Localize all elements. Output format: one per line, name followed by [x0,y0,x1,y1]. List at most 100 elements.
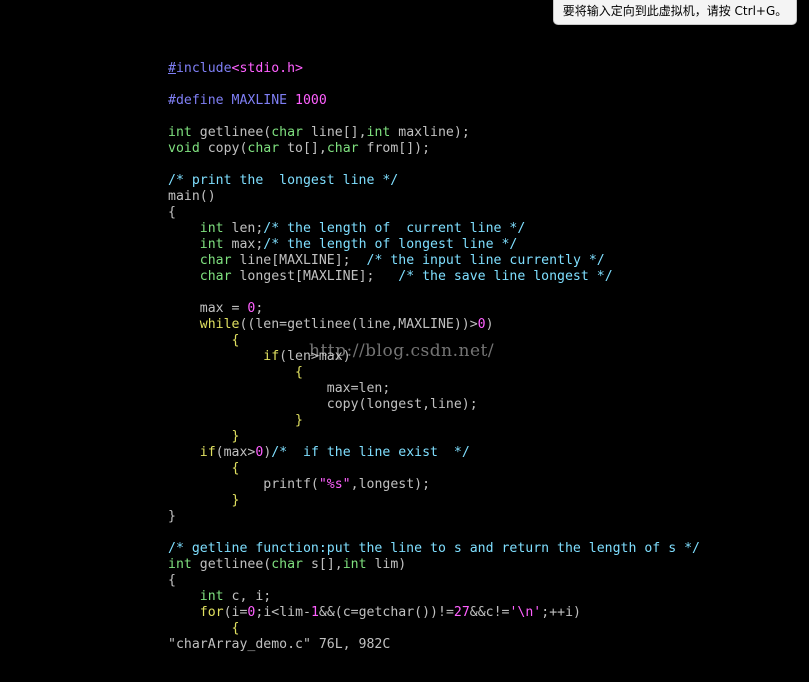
code-token: if [199,445,216,460]
code-line: { [168,205,700,221]
code-line: int getlinee(char line[],int maxline); [168,125,700,141]
code-token: int [366,125,391,140]
csdn-watermark: http://blog.csdn.net/ [309,341,495,361]
code-token: ;i<lim- [255,605,311,620]
code-token: char [247,141,280,156]
code-token: char [199,253,232,268]
code-line: #define MAXLINE 1000 [168,93,700,109]
code-token: <stdio.h> [231,61,303,76]
code-token: '\n' [509,605,542,620]
code-token: getlinee( [191,125,272,140]
code-token: char [271,557,303,572]
code-token: include [175,61,232,76]
code-line: main() [168,189,700,205]
code-token: ) [485,317,494,332]
code-token: /* print the longest line */ [168,173,399,188]
code-token: 0 [477,317,486,332]
code-token: len; [223,221,264,236]
code-line: char longest[MAXLINE]; /* the save line … [168,269,700,285]
code-token: ; [255,301,264,316]
code-token: &&(c=getchar())!= [318,605,454,620]
code-line: for(i=0;i<lim-1&&(c=getchar())!=27&&c!='… [168,605,700,621]
code-token: /* the input line currently */ [366,253,605,268]
code-line: /* getline function:put the line to s an… [168,541,700,557]
code-token: { [168,573,176,588]
code-token: int [168,125,192,140]
code-token: # [168,61,176,76]
code-token: from[]); [358,141,431,156]
code-token: line[MAXLINE]; [231,253,367,268]
code-line: int c, i; [168,589,700,605]
code-token: (i= [223,605,248,620]
code-line: } [168,429,700,445]
code-token: int [199,221,224,236]
vm-input-hint-banner: 要将输入定向到此虚拟机，请按 Ctrl+G。 [553,0,797,25]
code-line: copy(longest,line); [168,397,700,413]
code-token: line[], [303,125,367,140]
code-token: "%s" [318,477,351,492]
code-token: { [231,461,240,476]
code-token: /* the length of longest line */ [263,237,518,252]
code-token: 1000 [295,93,327,108]
code-token: printf( [168,477,319,492]
code-token: maxline); [390,125,470,140]
vim-status-line: "charArray_demo.c" 76L, 982C [168,637,391,652]
code-line: int getlinee(char s[],int lim) [168,557,700,573]
code-line: } [168,493,700,509]
code-token: lim) [366,557,407,572]
code-line: /* print the longest line */ [168,173,700,189]
code-token: c, i; [223,589,272,604]
code-token: s[], [303,557,343,572]
code-token: ((len=getlinee(line,MAXLINE))> [239,317,478,332]
code-line: } [168,413,700,429]
code-token: int [342,557,367,572]
code-token: /* getline function:put the line to s an… [168,541,700,556]
code-token: 1 [310,605,319,620]
code-line: { [168,461,700,477]
code-token: /* the length of current line */ [263,221,526,236]
code-line: if(max>0)/* if the line exist */ [168,445,700,461]
code-token: copy(longest,line); [168,397,478,412]
code-token: to[], [279,141,327,156]
code-token: while [199,317,240,332]
code-token: ;++i) [541,605,581,620]
code-token: /* if the line exist */ [271,445,470,460]
code-line: char line[MAXLINE]; /* the input line cu… [168,253,700,269]
code-token: } [168,509,176,524]
code-token: longest[MAXLINE]; [231,269,399,284]
code-line: { [168,621,700,637]
code-line: int max;/* the length of longest line */ [168,237,700,253]
code-line: void copy(char to[],char from[]); [168,141,700,157]
code-token: (max> [215,445,256,460]
code-token: copy( [199,141,248,156]
code-token: int [199,589,224,604]
code-token: char [199,269,232,284]
code-token: &&c!= [469,605,510,620]
code-line: while((len=getlinee(line,MAXLINE))>0) [168,317,700,333]
code-token: 27 [453,605,470,620]
code-token: for [199,605,224,620]
code-token: main() [168,189,216,204]
code-token: getlinee( [191,557,272,572]
code-token: int [199,237,224,252]
code-line: max=len; [168,381,700,397]
code-token: char [326,141,359,156]
code-token: max=len; [168,381,391,396]
code-token: ,longest); [350,477,431,492]
code-line: { [168,573,700,589]
code-token: { [295,365,303,380]
